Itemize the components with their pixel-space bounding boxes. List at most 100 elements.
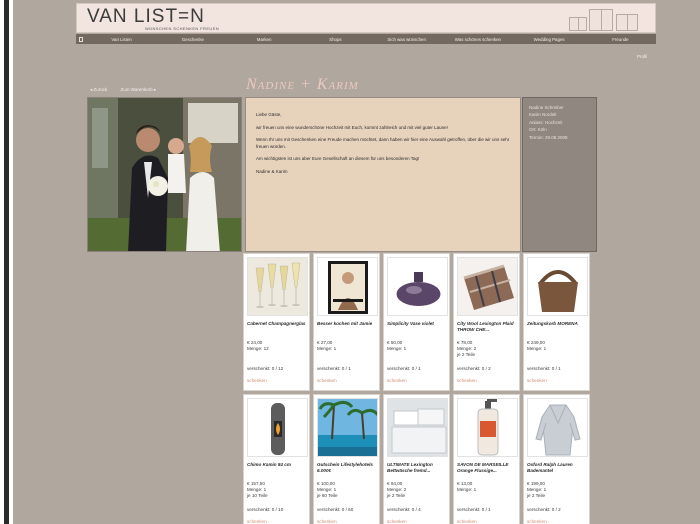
- page: VAN LIST=N WÜNSCHEN SCHENKEN FREUEN Van …: [13, 0, 700, 524]
- quantity: Menge: 1: [457, 487, 477, 493]
- back-link[interactable]: ◂ Zurück: [90, 87, 107, 92]
- cart-link[interactable]: Zum Warenkorb ▸: [121, 87, 157, 92]
- quantity-parts: je 2 Teile: [387, 493, 406, 499]
- gift-price: € 27,00 Menge: 1: [317, 340, 379, 352]
- gift-card[interactable]: Cabernet Champagnerglas € 24,00 Menge: 12…: [243, 253, 310, 391]
- nav-wuenschen[interactable]: Sich was wünschen: [371, 37, 442, 42]
- nav-van-listen[interactable]: Van Listen: [86, 37, 157, 42]
- gift-card[interactable]: City Wool Lexington Plaid THROW CHE... €…: [453, 253, 520, 391]
- gift-card[interactable]: SAVON DE MARSEILLE Orange Flussige... € …: [453, 394, 520, 524]
- quantity-parts: je 60 Teile: [317, 493, 338, 499]
- nav-geschenke[interactable]: Geschenke: [157, 37, 228, 42]
- schenken-link[interactable]: schenken: [387, 519, 407, 524]
- schenken-link[interactable]: schenken: [387, 378, 407, 383]
- couple-title: Nadine + Karim: [246, 76, 359, 93]
- gifted-count: verschenkt: 0 / 2: [527, 507, 561, 512]
- nav-freunde[interactable]: Freunde: [585, 37, 656, 42]
- schenken-link[interactable]: schenken: [247, 378, 267, 383]
- gift-price: € 94,00 Menge: 2 je 2 Teile: [387, 481, 449, 500]
- fireplace-icon: [247, 398, 308, 457]
- gift-title[interactable]: Zeitungskorb MORENA: [527, 321, 589, 327]
- gift-card[interactable]: Gutschein Lifestylehotels 6.000€ € 100,0…: [313, 394, 380, 524]
- site-tagline: WÜNSCHEN SCHENKEN FREUEN: [145, 26, 220, 31]
- gift-card[interactable]: Chimo Kamin 84 cm € 157,50 Menge: 1 je 10 …: [243, 394, 310, 524]
- champagne-glasses-icon: [247, 257, 308, 316]
- gift-title[interactable]: ULTIMATE Lexington Bettwäsche fremd...: [387, 462, 449, 474]
- gift-title[interactable]: SAVON DE MARSEILLE Orange Flussige...: [457, 462, 519, 474]
- gift-price: € 50,00 Menge: 1: [387, 340, 449, 352]
- gift-card[interactable]: Simplicity Vase violet € 50,00 Menge: 1 v…: [383, 253, 450, 391]
- message-signature: Nadine & Karim: [256, 168, 288, 174]
- event-line: Termin: 29.08.2008: [529, 134, 568, 140]
- plaid-blanket-icon: [457, 257, 518, 316]
- gift-title[interactable]: Besser kochen mit Jamie: [317, 321, 379, 327]
- gifted-count: verschenkt: 0 / 1: [527, 366, 561, 371]
- gift-price: € 199,00 Menge: 1 je 2 Teile: [527, 481, 589, 500]
- nav-shops[interactable]: Shops: [300, 37, 371, 42]
- quantity: Menge: 1: [527, 346, 547, 352]
- gifted-count: verschenkt: 0 / 10: [247, 507, 284, 512]
- scroll-track: [4, 0, 9, 524]
- gifted-count: verschenkt: 0 / 12: [247, 366, 284, 371]
- gifted-count: verschenkt: 0 / 1: [387, 366, 421, 371]
- gift-price: € 157,50 Menge: 1 je 10 Teile: [247, 481, 309, 500]
- basket-icon: [527, 257, 588, 316]
- gifted-count: verschenkt: 0 / 4: [387, 507, 421, 512]
- gift-card[interactable]: Zeitungskorb MORENA € 249,00 Menge: 1 ver…: [523, 253, 590, 391]
- nav-marken[interactable]: Marken: [229, 37, 300, 42]
- gift-title[interactable]: Cabernet Champagnerglas: [247, 321, 309, 327]
- gifted-count: verschenkt: 0 / 60: [317, 507, 354, 512]
- gift-title[interactable]: Simplicity Vase violet: [387, 321, 449, 327]
- event-line: Ort: Köln: [529, 127, 547, 133]
- beach-voucher-icon: [317, 398, 378, 457]
- gift-price: € 100,00 Menge: 1 je 60 Teile: [317, 481, 379, 500]
- quantity: Menge: 1: [387, 346, 407, 352]
- cart-label: Zum Warenkorb: [120, 87, 153, 92]
- quantity-parts: je 2 Teile: [457, 352, 476, 358]
- site-header: VAN LIST=N WÜNSCHEN SCHENKEN FREUEN: [76, 3, 656, 33]
- cookbook-icon: [317, 257, 378, 316]
- message-paragraph-1: wir freuen uns eine wunderschöne Hochzei…: [256, 124, 448, 130]
- schenken-link[interactable]: schenken: [457, 378, 477, 383]
- gift-title[interactable]: Chimo Kamin 84 cm: [247, 462, 309, 468]
- schenken-link[interactable]: schenken: [317, 378, 337, 383]
- gift-price: € 13,00 Menge: 1: [457, 481, 519, 493]
- event-line: Nadine Schreiber: [529, 105, 564, 110]
- wedding-photo: [87, 97, 242, 252]
- schenken-link[interactable]: schenken: [317, 519, 337, 524]
- quantity: Menge: 1: [317, 346, 337, 352]
- nav-schenken[interactable]: Was schönes schenken: [442, 37, 513, 42]
- message-greeting: Liebe Gäste,: [256, 112, 282, 117]
- gifted-count: verschenkt: 0 / 1: [457, 507, 491, 512]
- event-info: Nadine Schreiber Karim Nordelt Anlass: H…: [522, 97, 597, 252]
- gift-card[interactable]: Oxford Ralph Lauren Bademantel € 199,00 M…: [523, 394, 590, 524]
- main-nav: Van Listen Geschenke Marken Shops Sich w…: [76, 34, 656, 44]
- bathrobe-icon: [527, 398, 588, 457]
- profil-link[interactable]: Profil: [637, 54, 647, 59]
- event-line: Anlass: Hochzeit: [529, 119, 563, 125]
- schenken-link[interactable]: schenken: [457, 519, 477, 524]
- gift-title[interactable]: Oxford Ralph Lauren Bademantel: [527, 462, 589, 474]
- event-line: Karim Nordelt: [529, 112, 557, 118]
- vase-icon: [387, 257, 448, 316]
- schenken-link[interactable]: schenken: [247, 519, 267, 524]
- gift-title[interactable]: City Wool Lexington Plaid THROW CHE...: [457, 321, 519, 333]
- gift-card[interactable]: Besser kochen mit Jamie € 27,00 Menge: 1 …: [313, 253, 380, 391]
- gift-price: € 78,00 Menge: 2 je 2 Teile: [457, 340, 519, 359]
- bedding-icon: [387, 398, 448, 457]
- gifted-count: verschenkt: 0 / 1: [317, 366, 351, 371]
- quantity-parts: je 10 Teile: [247, 493, 268, 499]
- gift-boxes-icon: [569, 7, 641, 31]
- nav-wedding-pages[interactable]: Wedding Pages: [514, 37, 585, 42]
- site-logo[interactable]: VAN LIST=N: [87, 6, 205, 28]
- message-paragraph-3: Am wichtigsten ist uns aber Eure Gesells…: [256, 156, 420, 162]
- gift-price: € 249,00 Menge: 1: [527, 340, 589, 352]
- back-label: Zurück: [93, 87, 108, 92]
- schenken-link[interactable]: schenken: [527, 519, 547, 524]
- home-icon[interactable]: [76, 34, 86, 44]
- gift-card[interactable]: ULTIMATE Lexington Bettwäsche fremd... €…: [383, 394, 450, 524]
- schenken-link[interactable]: schenken: [527, 378, 547, 383]
- quantity-parts: je 2 Teile: [527, 493, 546, 499]
- gift-title[interactable]: Gutschein Lifestylehotels 6.000€: [317, 462, 379, 474]
- back-links: ◂ Zurück Zum Warenkorb ▸: [90, 87, 168, 93]
